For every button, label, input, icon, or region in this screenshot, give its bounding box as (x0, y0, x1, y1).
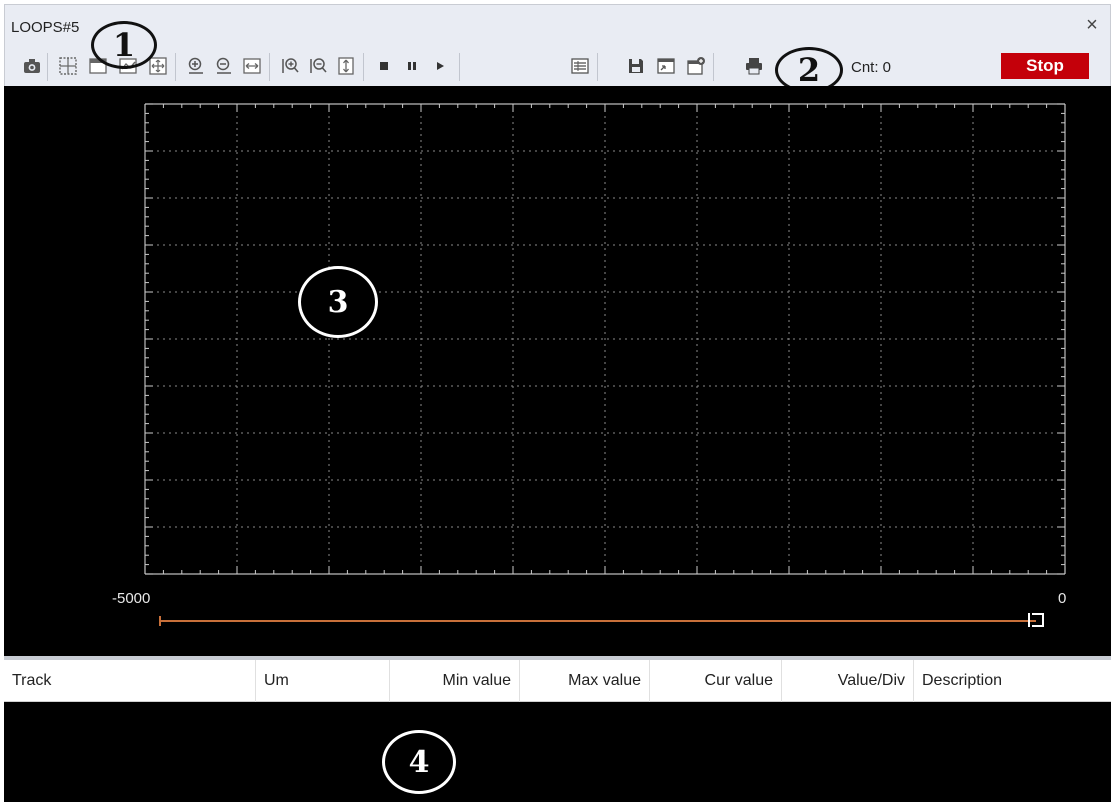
fit-height-icon[interactable] (335, 55, 357, 77)
title-bar: LOOPS#5 × (5, 5, 1110, 47)
callout-1: 1 (91, 21, 157, 69)
col-description[interactable]: Description (914, 660, 1111, 702)
col-value-div[interactable]: Value/Div (782, 660, 914, 702)
counter-label: Cnt: 0 (851, 59, 892, 76)
zoom-in-icon[interactable] (185, 55, 207, 77)
stop-icon[interactable] (373, 55, 395, 77)
x-axis-max-label: 0 (1058, 590, 1067, 607)
stop-button[interactable]: Stop (1001, 53, 1089, 79)
pause-icon[interactable] (401, 55, 423, 77)
fit-width-icon[interactable] (241, 55, 263, 77)
col-cur-value[interactable]: Cur value (650, 660, 782, 702)
camera-icon[interactable] (21, 55, 43, 77)
window-title: LOOPS#5 (11, 19, 80, 36)
track-table-header: Track Um Min value Max value Cur value V… (4, 660, 1111, 702)
table-icon[interactable] (569, 55, 591, 77)
callout-3: 3 (298, 266, 378, 338)
x-axis-min-label: -5000 (112, 590, 151, 607)
col-min-value[interactable]: Min value (390, 660, 520, 702)
zoom-x-out-icon[interactable] (307, 55, 329, 77)
col-max-value[interactable]: Max value (520, 660, 650, 702)
grid-icon[interactable] (57, 55, 79, 77)
slider-end-handle[interactable] (1028, 613, 1044, 627)
scope-grid (144, 103, 1066, 575)
save-icon[interactable] (625, 55, 647, 77)
slider-start-handle[interactable] (159, 616, 161, 626)
track-list[interactable]: 4 (4, 702, 1111, 802)
play-icon[interactable] (429, 55, 451, 77)
add-icon[interactable] (685, 55, 707, 77)
export-icon[interactable] (655, 55, 677, 77)
time-range-slider[interactable] (160, 620, 1036, 622)
zoom-out-icon[interactable] (213, 55, 235, 77)
scope-display[interactable]: -5000 0 3 (4, 86, 1111, 656)
zoom-x-in-icon[interactable] (279, 55, 301, 77)
col-track[interactable]: Track (4, 660, 256, 702)
toolbar: Cnt: 0 Stop (5, 47, 1110, 91)
col-um[interactable]: Um (256, 660, 390, 702)
close-icon[interactable]: × (1080, 13, 1104, 37)
print-icon[interactable] (743, 55, 765, 77)
callout-4: 4 (382, 730, 456, 794)
